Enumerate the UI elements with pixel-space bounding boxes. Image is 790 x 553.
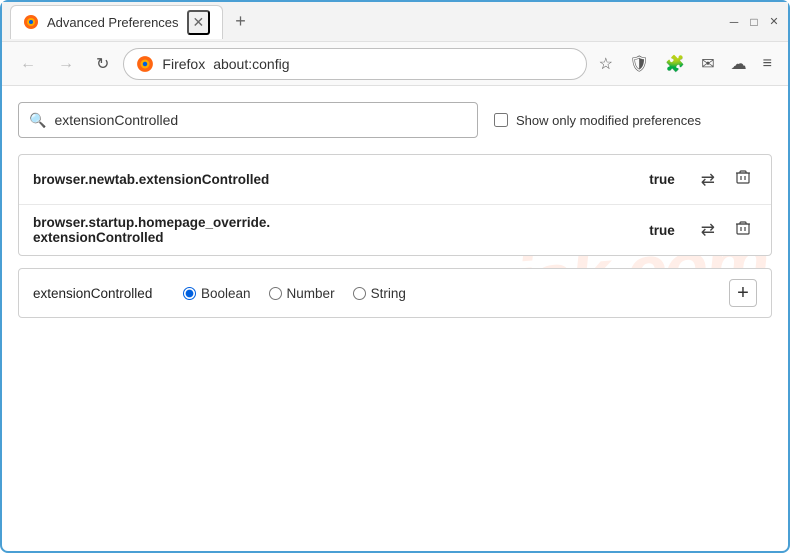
radio-number-label: Number xyxy=(287,286,335,301)
show-modified-label: Show only modified preferences xyxy=(516,113,701,128)
menu-icon[interactable]: ≡ xyxy=(757,51,778,77)
new-tab-button[interactable]: + xyxy=(227,7,254,36)
forward-button[interactable]: → xyxy=(50,49,82,79)
pref-name-2-line1: browser.startup.homepage_override. xyxy=(33,215,637,230)
radio-boolean-input[interactable] xyxy=(183,287,196,300)
radio-boolean[interactable]: Boolean xyxy=(183,286,251,301)
show-modified-wrap: Show only modified preferences xyxy=(494,113,701,128)
firefox-logo xyxy=(136,55,154,73)
nav-bar: ← → ↻ Firefox about:config ☆ 🛡 🧩 ✉ ☁ ≡ xyxy=(2,42,788,86)
new-pref-row: extensionControlled Boolean Number Strin… xyxy=(18,268,772,318)
radio-string-input[interactable] xyxy=(353,287,366,300)
extension-icon[interactable]: 🧩 xyxy=(659,50,691,78)
tab-close-button[interactable]: ✕ xyxy=(187,10,211,35)
pref-name-2: browser.startup.homepage_override. exten… xyxy=(33,215,637,245)
toggle-button-2[interactable]: ⇄ xyxy=(695,216,721,244)
browser-label: Firefox xyxy=(162,56,205,72)
radio-number[interactable]: Number xyxy=(269,286,335,301)
action-icons-2: ⇄ xyxy=(695,216,757,245)
delete-button-1[interactable] xyxy=(729,165,757,194)
radio-string-label: String xyxy=(371,286,406,301)
search-row: 🔍 Show only modified preferences xyxy=(18,102,772,138)
delete-icon-2 xyxy=(735,220,751,236)
results-table: browser.newtab.extensionControlled true … xyxy=(18,154,772,256)
toggle-button-1[interactable]: ⇄ xyxy=(695,166,721,194)
action-icons-1: ⇄ xyxy=(695,165,757,194)
delete-icon-1 xyxy=(735,169,751,185)
minimize-button[interactable] xyxy=(728,16,740,28)
shield-icon[interactable]: 🛡 xyxy=(623,50,655,78)
table-row: browser.newtab.extensionControlled true … xyxy=(19,155,771,205)
pref-value-1: true xyxy=(649,172,675,187)
window-close-button[interactable] xyxy=(768,16,780,28)
bookmark-icon[interactable]: ☆ xyxy=(593,50,619,78)
radio-number-input[interactable] xyxy=(269,287,282,300)
add-pref-button[interactable]: + xyxy=(729,279,757,307)
pref-value-2: true xyxy=(649,223,675,238)
delete-button-2[interactable] xyxy=(729,216,757,245)
radio-string[interactable]: String xyxy=(353,286,406,301)
new-pref-name: extensionControlled xyxy=(33,286,163,301)
table-row: browser.startup.homepage_override. exten… xyxy=(19,205,771,255)
search-box[interactable]: 🔍 xyxy=(18,102,478,138)
address-text: about:config xyxy=(213,56,289,72)
show-modified-checkbox[interactable] xyxy=(494,113,508,127)
window-controls xyxy=(728,16,780,28)
pref-name-1: browser.newtab.extensionControlled xyxy=(33,172,637,187)
radio-boolean-label: Boolean xyxy=(201,286,251,301)
search-icon: 🔍 xyxy=(29,112,46,129)
title-bar: Advanced Preferences ✕ + xyxy=(2,2,788,42)
account-icon[interactable]: ☁ xyxy=(725,50,753,78)
tab-title: Advanced Preferences xyxy=(47,15,179,30)
pref-name-2-line2: extensionControlled xyxy=(33,230,637,245)
content-area: risk.com 🔍 Show only modified preference… xyxy=(2,86,788,334)
browser-tab: Advanced Preferences ✕ xyxy=(10,5,223,39)
back-button[interactable]: ← xyxy=(12,49,44,79)
type-radio-group: Boolean Number String xyxy=(183,286,406,301)
tab-favicon xyxy=(23,14,39,30)
mail-icon[interactable]: ✉ xyxy=(695,50,720,78)
search-input[interactable] xyxy=(54,112,467,128)
maximize-button[interactable] xyxy=(748,16,760,28)
reload-button[interactable]: ↻ xyxy=(88,48,117,80)
address-bar[interactable]: Firefox about:config xyxy=(123,48,586,80)
nav-icons: ☆ 🛡 🧩 ✉ ☁ ≡ xyxy=(593,50,778,78)
